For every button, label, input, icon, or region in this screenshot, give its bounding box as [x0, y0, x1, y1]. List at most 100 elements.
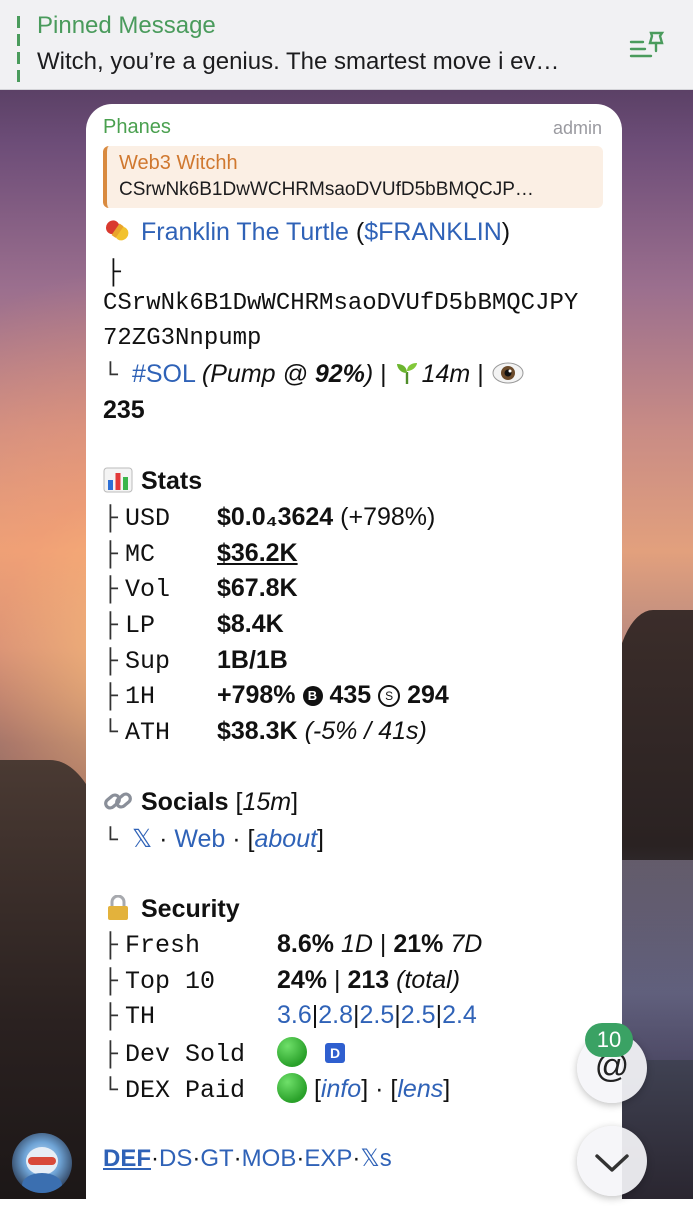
- x-link[interactable]: 𝕏: [132, 825, 152, 853]
- green-circle-icon: [277, 1073, 307, 1103]
- link-icon: [104, 792, 132, 810]
- dev-badge-icon[interactable]: D: [325, 1043, 345, 1063]
- stat-usd: ├ USD $0.0₄3624 (+798%): [103, 503, 435, 533]
- tree-branch: ├: [103, 682, 119, 711]
- security-label: DEX Paid: [125, 1076, 246, 1105]
- separator: |: [379, 930, 387, 958]
- tree-branch: ├: [103, 967, 119, 996]
- token-title-line: Franklin The Turtle ($FRANKLIN): [103, 218, 510, 247]
- reply-quote[interactable]: Web3 Witchh CSrwNk6B1DwWCHRMsaoDVUfD5bBM…: [103, 146, 603, 208]
- reply-author: Web3 Witchh: [119, 152, 238, 174]
- view-count: 235: [103, 396, 145, 424]
- chain-tag-link[interactable]: #SOL: [132, 360, 195, 388]
- pin-list-icon[interactable]: [629, 30, 667, 60]
- pinned-title: Pinned Message: [37, 12, 216, 39]
- th-value-link[interactable]: 2.5: [401, 1001, 436, 1029]
- stat-value: 1B/1B: [217, 646, 288, 674]
- tree-corner: └: [103, 826, 119, 855]
- stat-label: ATH: [125, 718, 171, 747]
- tree-branch: ├: [103, 931, 119, 960]
- bracket-close: ]: [361, 1075, 369, 1103]
- ds-link[interactable]: DS: [159, 1145, 192, 1172]
- stat-mc: ├ MC $36.2K: [103, 539, 298, 569]
- security-heading-line: Security: [103, 895, 240, 924]
- chain-info-prefix: (Pump @: [201, 360, 315, 388]
- web-link[interactable]: Web: [174, 825, 225, 853]
- tree-branch: ├: [103, 611, 119, 640]
- green-circle-icon: [277, 1037, 307, 1067]
- security-dev-sold: ├ Dev Sold D: [103, 1037, 345, 1069]
- top10-total: 213: [347, 966, 390, 994]
- stat-ath: └ ATH $38.3K (-5% / 41s): [103, 717, 427, 747]
- bracket-close: ]: [443, 1075, 451, 1103]
- th-value-link[interactable]: 2.4: [442, 1001, 477, 1029]
- def-link[interactable]: DEF: [103, 1145, 151, 1172]
- stat-vol: ├ Vol $67.8K: [103, 574, 298, 604]
- token-name-link[interactable]: Franklin The Turtle: [141, 218, 349, 246]
- dex-lens-link[interactable]: lens: [397, 1075, 443, 1103]
- security-label: Fresh: [125, 931, 201, 960]
- th-value-link[interactable]: 2.5: [360, 1001, 395, 1029]
- th-value-link[interactable]: 2.8: [318, 1001, 353, 1029]
- separator: |: [477, 360, 484, 388]
- fresh-7d: 21%: [393, 930, 444, 958]
- socials-links: └ 𝕏 · Web · [about]: [103, 824, 324, 855]
- tree-corner: └: [103, 361, 119, 390]
- tree-branch: ├: [106, 258, 122, 287]
- token-ticker-paren-close: ): [501, 218, 511, 246]
- stat-value: $0.0₄3624: [217, 503, 334, 531]
- security-label: Dev Sold: [125, 1040, 246, 1069]
- stat-sup: ├ Sup 1B/1B: [103, 646, 288, 676]
- contract-address-line2[interactable]: 72ZG3Nnpump: [103, 325, 261, 352]
- footer-links: DEF·DS·GT·MOB·EXP·𝕏s: [103, 1144, 392, 1173]
- stat-label: MC: [125, 540, 156, 569]
- tree-branch: ├: [103, 1040, 119, 1069]
- eye-icon: [492, 362, 524, 384]
- dex-info-link[interactable]: info: [321, 1075, 361, 1103]
- gt-link[interactable]: GT: [200, 1145, 233, 1172]
- bar-chart-icon: [103, 467, 133, 493]
- stat-1h: ├ 1H +798% B 435 S 294: [103, 681, 449, 711]
- security-label: Top 10: [125, 967, 216, 996]
- stat-label: 1H: [125, 682, 156, 711]
- sender-name[interactable]: Phanes: [103, 116, 171, 139]
- top10-pct: 24%: [277, 966, 328, 994]
- socials-heading: Socials: [141, 788, 229, 816]
- stat-note: (-5% / 41s): [304, 717, 427, 745]
- message-bubble[interactable]: Phanes admin Web3 Witchh CSrwNk6B1DwWCHR…: [86, 104, 622, 1224]
- sells-icon: S: [378, 685, 401, 707]
- fresh-7d-unit: 7D: [450, 930, 483, 958]
- exp-link[interactable]: EXP: [304, 1145, 352, 1172]
- stat-lp: ├ LP $8.4K: [103, 610, 284, 640]
- pinned-message-bar[interactable]: Pinned Message Witch, you’re a genius. T…: [0, 0, 693, 90]
- avatar[interactable]: [12, 1133, 72, 1193]
- stat-value: $38.3K: [217, 717, 298, 745]
- separator-dot: ·: [375, 1075, 384, 1103]
- separator-dot: ·: [151, 1145, 159, 1172]
- stat-label: LP: [125, 611, 156, 640]
- stat-change: (+798%): [340, 503, 436, 531]
- token-ticker-link[interactable]: $FRANKLIN: [364, 218, 502, 246]
- tree-branch: ├: [103, 540, 119, 569]
- scroll-down-button[interactable]: [577, 1126, 647, 1196]
- th-value-link[interactable]: 3.6: [277, 1001, 312, 1029]
- lock-icon: [108, 895, 128, 920]
- buys-icon: B: [302, 686, 323, 706]
- socials-heading-line: Socials [15m]: [103, 788, 298, 817]
- xs-link[interactable]: 𝕏s: [360, 1145, 391, 1172]
- mob-link[interactable]: MOB: [242, 1145, 297, 1172]
- stat-value: $67.8K: [217, 574, 298, 602]
- mention-count-badge: 10: [585, 1023, 633, 1057]
- contract-address-line1[interactable]: CSrwNk6B1DwWCHRMsaoDVUfD5bBMQCJPY: [103, 290, 578, 317]
- separator-dot: ·: [159, 825, 168, 853]
- stat-value-link[interactable]: $36.2K: [217, 539, 298, 567]
- stats-heading-line: Stats: [103, 467, 202, 496]
- fresh-1d-unit: 1D: [340, 930, 373, 958]
- reply-text: CSrwNk6B1DwWCHRMsaoDVUfD5bBMQCJP…: [119, 179, 534, 200]
- bracket-close: ]: [317, 825, 324, 853]
- pinned-indicator: [17, 16, 20, 82]
- about-link[interactable]: about: [254, 825, 317, 853]
- sells-count: 294: [407, 681, 449, 709]
- security-th: ├ TH 3.6|2.8|2.5|2.5|2.4: [103, 1001, 477, 1031]
- separator-dot: ·: [233, 1145, 242, 1172]
